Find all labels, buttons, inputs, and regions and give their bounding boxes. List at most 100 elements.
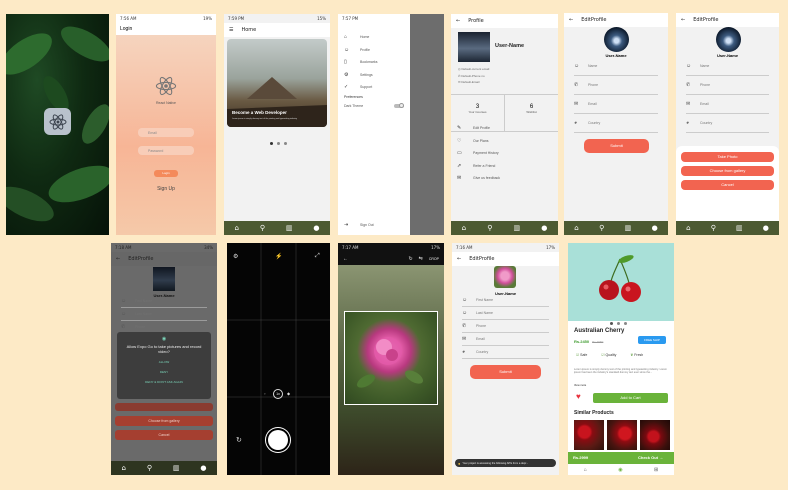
first-name-field[interactable]: ☺ First Name <box>121 295 207 308</box>
email-field[interactable]: Email <box>138 128 194 137</box>
drawer-item-support[interactable]: ✓ Support <box>338 81 410 94</box>
similar-product-card[interactable] <box>640 420 670 450</box>
search-icon[interactable]: ⚲ <box>487 224 492 232</box>
menu-payment-history[interactable]: ▭ Payment History <box>451 147 558 160</box>
home-icon[interactable]: ⌂ <box>584 467 587 473</box>
deny-never-button[interactable]: DENY & DON'T ASK AGAIN <box>123 380 205 384</box>
drawer-item-profile[interactable]: ☺ Profile <box>338 44 410 57</box>
profile-photo[interactable] <box>494 266 516 288</box>
submit-button[interactable]: Submit <box>470 365 541 379</box>
settings-icon[interactable]: ⚙ <box>233 253 238 260</box>
similar-product-card[interactable] <box>607 420 637 450</box>
search-icon[interactable]: ⚲ <box>711 224 716 232</box>
email-field[interactable]: ✉ Email <box>686 95 769 114</box>
hero-card[interactable]: Become a Web Developer Lorem ipsum is si… <box>227 39 327 127</box>
menu-label: Payment History <box>473 151 499 156</box>
password-field[interactable]: Password <box>138 146 194 155</box>
country-field[interactable]: ◕ Country <box>462 346 549 359</box>
deny-button[interactable]: DENY <box>123 370 205 374</box>
choose-gallery-button[interactable]: Choose from gallery <box>681 166 774 176</box>
similar-product-card[interactable] <box>574 420 604 450</box>
flash-off-icon[interactable]: ⚡ <box>275 253 282 260</box>
book-icon[interactable]: ▥ <box>286 224 293 232</box>
flip-icon[interactable]: ⇋ <box>419 256 423 262</box>
heart-icon[interactable]: ♥ <box>576 392 581 401</box>
user-icon[interactable]: ● <box>313 224 319 232</box>
menu-feedback[interactable]: ✉ Give us feedback <box>451 172 558 185</box>
avatar[interactable] <box>604 27 629 52</box>
cancel-button[interactable]: Cancel <box>115 430 213 440</box>
ultrawide-icon[interactable]: ▫ <box>264 391 265 396</box>
cart-icon[interactable]: ⊞ <box>654 467 658 473</box>
choose-gallery-button[interactable]: Choose from gallery <box>115 416 213 426</box>
leaf-icon: ❦ <box>630 353 634 357</box>
last-name-field[interactable]: ☺ Last Name <box>121 308 207 321</box>
search-icon[interactable]: ⚲ <box>147 464 152 472</box>
sign-out-button[interactable]: ⇥ Sign Out <box>338 219 374 232</box>
email-field[interactable]: ✉ Email <box>462 333 549 346</box>
back-arrow-icon[interactable]: ← <box>457 256 461 262</box>
allow-button[interactable]: ALLOW <box>123 360 205 364</box>
user-icon[interactable]: ● <box>200 464 206 472</box>
view-more-link[interactable]: View more <box>574 384 586 387</box>
submit-button[interactable]: Submit <box>584 139 649 153</box>
first-name-field[interactable]: ☺ First Name <box>462 294 549 307</box>
zoom-button[interactable]: 1x <box>273 389 283 399</box>
switch-camera-icon[interactable]: ↻ <box>236 436 242 444</box>
search-icon[interactable]: ⚲ <box>260 224 265 232</box>
login-button[interactable]: Login <box>154 170 178 177</box>
back-arrow-icon[interactable]: ← <box>116 256 120 262</box>
home-icon[interactable]: ⌂ <box>462 224 466 232</box>
back-arrow-icon[interactable]: ← <box>681 17 685 23</box>
dark-theme-toggle[interactable] <box>394 102 404 108</box>
book-icon[interactable]: ▥ <box>625 224 632 232</box>
menu-refer-friend[interactable]: ⇗ Refer a Friend <box>451 160 558 173</box>
home-icon[interactable]: ⌂ <box>234 224 238 232</box>
back-arrow-icon[interactable]: ← <box>456 18 460 24</box>
drawer-item-bookmarks[interactable]: ▯ Bookmarks <box>338 56 410 69</box>
email-field[interactable]: ✉ Email <box>574 95 658 114</box>
last-name-field[interactable]: ☺ Last Name <box>462 307 549 320</box>
back-arrow-icon[interactable]: ← <box>343 256 348 262</box>
rotate-icon[interactable]: ↻ <box>408 256 412 262</box>
hamburger-menu-icon[interactable]: ☰ <box>229 27 233 33</box>
drawer-item-label: Bookmarks <box>360 60 378 65</box>
name-field[interactable]: ☺ Name <box>574 57 658 76</box>
user-icon[interactable]: ● <box>541 224 547 232</box>
book-icon[interactable]: ▥ <box>736 224 743 232</box>
drawer-item-home[interactable]: ⌂ Home <box>338 31 410 44</box>
phone-field[interactable]: ✆ Phone <box>574 76 658 95</box>
dimmed-content[interactable] <box>410 14 444 235</box>
phone-field[interactable]: ✆ Phone <box>462 320 549 333</box>
menu-edit-profile[interactable]: ✎ Edit Profile <box>451 122 558 135</box>
country-field[interactable]: ◕ Country <box>574 114 658 133</box>
phone-field[interactable]: ✆ Phone <box>686 76 769 95</box>
shutter-button[interactable] <box>268 430 288 450</box>
cancel-button[interactable]: Cancel <box>681 180 774 190</box>
add-to-cart-button[interactable]: Add to Cart <box>593 393 668 403</box>
shield-icon: ☑ <box>576 353 580 357</box>
explore-icon[interactable]: ◉ <box>618 467 622 473</box>
drawer-item-settings[interactable]: ⚙ Settings <box>338 69 410 82</box>
checkout-button[interactable]: Check Out → <box>638 455 663 460</box>
back-arrow-icon[interactable]: ← <box>569 17 573 23</box>
expand-icon[interactable]: ⤢ <box>315 253 320 260</box>
permission-dialog: ◉ Allow Expo Go to take pictures and rec… <box>117 332 211 399</box>
crop-button[interactable]: CROP <box>429 257 439 261</box>
home-icon[interactable]: ⌂ <box>574 224 578 232</box>
warning-toast[interactable]: ● Your project is accessing the following… <box>455 459 556 467</box>
take-photo-button[interactable]: Take Photo <box>681 152 774 162</box>
search-icon[interactable]: ⚲ <box>599 224 604 232</box>
tele-icon[interactable]: ◆ <box>287 391 290 396</box>
signup-link[interactable]: Sign Up <box>116 186 216 192</box>
menu-our-plans[interactable]: ♡ Our Plans <box>451 135 558 148</box>
country-field[interactable]: ◕ Country <box>686 114 769 133</box>
home-icon[interactable]: ⌂ <box>686 224 690 232</box>
avatar[interactable] <box>716 27 741 52</box>
name-field[interactable]: ☺ Name <box>686 57 769 76</box>
user-icon[interactable]: ● <box>652 224 658 232</box>
book-icon[interactable]: ▥ <box>173 464 180 472</box>
book-icon[interactable]: ▥ <box>513 224 520 232</box>
user-icon[interactable]: ● <box>763 224 769 232</box>
home-icon[interactable]: ⌂ <box>121 464 125 472</box>
